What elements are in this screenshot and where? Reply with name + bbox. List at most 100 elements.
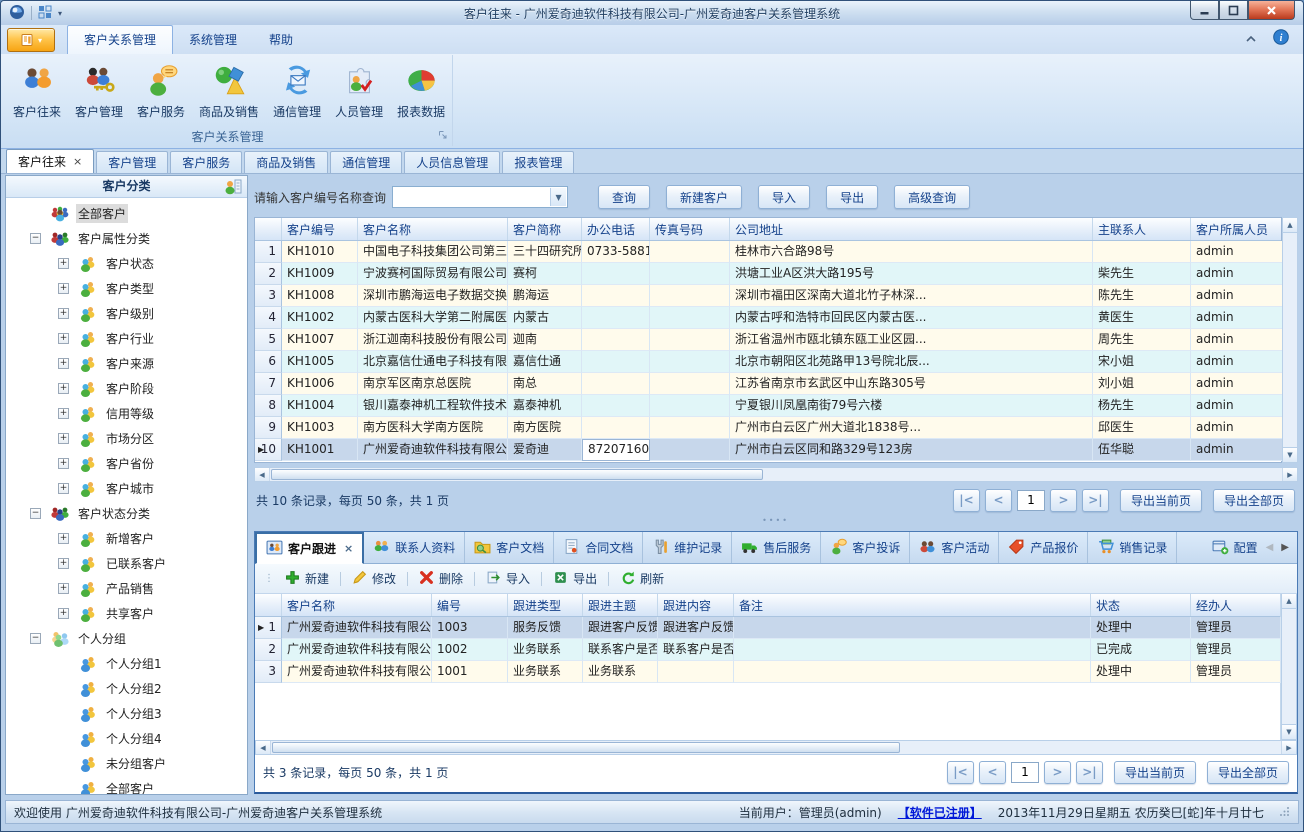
- tree-node-8[interactable]: +客户阶段: [6, 376, 247, 401]
- document-tab-5[interactable]: 通信管理: [330, 151, 402, 173]
- tree-node-5[interactable]: +客户级别: [6, 301, 247, 326]
- expand-icon[interactable]: +: [58, 408, 69, 419]
- resize-grip-icon[interactable]: [1280, 805, 1290, 819]
- table-row[interactable]: 1▶广州爱奇迪软件科技有限公司1003服务反馈跟进客户反馈...跟进客户反馈..…: [255, 617, 1280, 639]
- hscroll-thumb[interactable]: [272, 742, 900, 753]
- app-logo-icon[interactable]: [9, 4, 25, 23]
- refresh-button[interactable]: 刷新: [614, 567, 670, 591]
- scroll-up-icon[interactable]: ▲: [1282, 594, 1296, 609]
- expand-icon[interactable]: +: [58, 258, 69, 269]
- bottom-next-page-button[interactable]: >: [1044, 761, 1071, 784]
- top-last-page-button[interactable]: >|: [1082, 489, 1109, 512]
- new-customer-button[interactable]: 新建客户: [666, 185, 742, 209]
- tab-scroll-left-icon[interactable]: ◀: [1266, 542, 1274, 553]
- tree-node-19[interactable]: 个人分组1: [6, 651, 247, 676]
- scroll-up-icon[interactable]: ▲: [1283, 218, 1297, 233]
- ribbon-button-3[interactable]: 客户服务: [131, 59, 191, 124]
- column-header-4[interactable]: 跟进主题: [583, 594, 658, 616]
- tree-node-20[interactable]: 个人分组2: [6, 676, 247, 701]
- column-header-6[interactable]: 公司地址: [730, 218, 1093, 240]
- table-row[interactable]: 10▶KH1001广州爱奇迪软件科技有限公司爱奇迪87207160广州市白云区同…: [255, 439, 1281, 461]
- document-tab-1[interactable]: 客户往来×: [6, 149, 94, 173]
- top-export-current-page-button[interactable]: 导出当前页: [1120, 489, 1202, 512]
- expand-icon[interactable]: +: [58, 358, 69, 369]
- ribbon-tab-2[interactable]: 系统管理: [173, 26, 253, 54]
- table-row[interactable]: 4KH1002内蒙古医科大学第二附属医院内蒙古内蒙古呼和浩特市回民区内蒙古医..…: [255, 307, 1281, 329]
- tree-node-2[interactable]: −客户属性分类: [6, 226, 247, 251]
- tree-node-16[interactable]: +产品销售: [6, 576, 247, 601]
- tree-node-23[interactable]: 未分组客户: [6, 751, 247, 776]
- detail-tab-5[interactable]: 维护记录: [643, 532, 732, 563]
- scroll-down-icon[interactable]: ▼: [1282, 724, 1296, 739]
- expand-icon[interactable]: +: [58, 283, 69, 294]
- top-export-all-pages-button[interactable]: 导出全部页: [1213, 489, 1295, 512]
- column-header-3[interactable]: 跟进类型: [508, 594, 583, 616]
- column-header-1[interactable]: 客户名称: [282, 594, 432, 616]
- table-row[interactable]: 5KH1007浙江迦南科技股份有限公司迦南浙江省温州市瓯北镇东瓯工业区园...周…: [255, 329, 1281, 351]
- customer-search-combobox[interactable]: ▼: [392, 186, 568, 208]
- scroll-right-icon[interactable]: ▶: [1282, 468, 1297, 481]
- table-row[interactable]: 3广州爱奇迪软件科技有限公司1001业务联系业务联系处理中管理员: [255, 661, 1280, 683]
- ribbon-button-6[interactable]: 人员管理: [329, 59, 389, 124]
- collapse-icon[interactable]: −: [30, 508, 41, 519]
- column-header-2[interactable]: 编号: [432, 594, 508, 616]
- tree-node-3[interactable]: +客户状态: [6, 251, 247, 276]
- scroll-left-icon[interactable]: ◀: [255, 468, 270, 481]
- tree-node-9[interactable]: +信用等级: [6, 401, 247, 426]
- combobox-dropdown-icon[interactable]: ▼: [550, 188, 566, 206]
- configure-tabs-button[interactable]: 配置: [1206, 532, 1264, 563]
- table-row[interactable]: 3KH1008深圳市鹏海运电子数据交换有限公司鹏海运深圳市福田区深南大道北竹子林…: [255, 285, 1281, 307]
- top-prev-page-button[interactable]: <: [985, 489, 1012, 512]
- document-tab-3[interactable]: 客户服务: [170, 151, 242, 173]
- tree-node-10[interactable]: +市场分区: [6, 426, 247, 451]
- expand-icon[interactable]: +: [58, 608, 69, 619]
- ribbon-button-2[interactable]: 客户管理: [69, 59, 129, 124]
- customer-grid-vscrollbar[interactable]: ▲ ▼: [1282, 217, 1298, 463]
- table-row[interactable]: 7KH1006南京军区南京总医院南总江苏省南京市玄武区中山东路305号刘小姐ad…: [255, 373, 1281, 395]
- detail-tab-10[interactable]: 销售记录: [1088, 532, 1177, 563]
- import-button[interactable]: 导入: [480, 567, 536, 591]
- column-header-7[interactable]: 主联系人: [1093, 218, 1191, 240]
- scroll-right-icon[interactable]: ▶: [1281, 741, 1296, 754]
- ribbon-button-7[interactable]: 报表数据: [391, 59, 451, 124]
- scroll-left-icon[interactable]: ◀: [256, 741, 271, 754]
- detail-tab-2[interactable]: 联系人资料: [364, 532, 465, 563]
- top-first-page-button[interactable]: |<: [953, 489, 980, 512]
- toolbar-grip-icon[interactable]: ⋮: [264, 573, 274, 584]
- document-tab-6[interactable]: 人员信息管理: [404, 151, 500, 173]
- ribbon-tab-1[interactable]: 客户关系管理: [67, 25, 173, 54]
- column-header-7[interactable]: 状态: [1091, 594, 1191, 616]
- software-registered-link[interactable]: 【软件已注册】: [898, 804, 982, 821]
- column-header-2[interactable]: 客户名称: [358, 218, 508, 240]
- tree-node-24[interactable]: 全部客户: [6, 776, 247, 794]
- bottom-export-all-pages-button[interactable]: 导出全部页: [1207, 761, 1289, 784]
- column-header-8[interactable]: 经办人: [1191, 594, 1281, 616]
- close-button[interactable]: [1248, 1, 1295, 20]
- bottom-page-input[interactable]: [1011, 762, 1039, 783]
- tree-node-4[interactable]: +客户类型: [6, 276, 247, 301]
- expand-icon[interactable]: +: [58, 583, 69, 594]
- expand-icon[interactable]: +: [58, 433, 69, 444]
- bottom-prev-page-button[interactable]: <: [979, 761, 1006, 784]
- customer-grid-hscrollbar[interactable]: ◀ ▶: [254, 467, 1298, 482]
- scroll-down-icon[interactable]: ▼: [1283, 447, 1297, 462]
- table-row[interactable]: 1KH1010中国电子科技集团公司第三十四研...三十四研究所0733-5881…: [255, 241, 1281, 263]
- column-header-1[interactable]: 客户编号: [282, 218, 358, 240]
- column-header-3[interactable]: 客户简称: [508, 218, 582, 240]
- help-icon[interactable]: i: [1273, 29, 1289, 48]
- tree-node-11[interactable]: +客户省份: [6, 451, 247, 476]
- tab-scroll-right-icon[interactable]: ▶: [1281, 542, 1289, 553]
- ribbon-button-4[interactable]: 商品及销售: [193, 59, 265, 124]
- collapse-icon[interactable]: −: [30, 233, 41, 244]
- query-button[interactable]: 查询: [598, 185, 650, 209]
- expand-icon[interactable]: +: [58, 333, 69, 344]
- import-button[interactable]: 导入: [758, 185, 810, 209]
- tree-node-21[interactable]: 个人分组3: [6, 701, 247, 726]
- expand-icon[interactable]: +: [58, 533, 69, 544]
- tree-node-7[interactable]: +客户来源: [6, 351, 247, 376]
- detail-tab-4[interactable]: 合同文档: [554, 532, 643, 563]
- ribbon-button-1[interactable]: 客户往来: [7, 59, 67, 124]
- layout-grid-icon[interactable]: [38, 5, 52, 22]
- detail-tab-3[interactable]: 客户文档: [465, 532, 554, 563]
- collapse-icon[interactable]: −: [30, 633, 41, 644]
